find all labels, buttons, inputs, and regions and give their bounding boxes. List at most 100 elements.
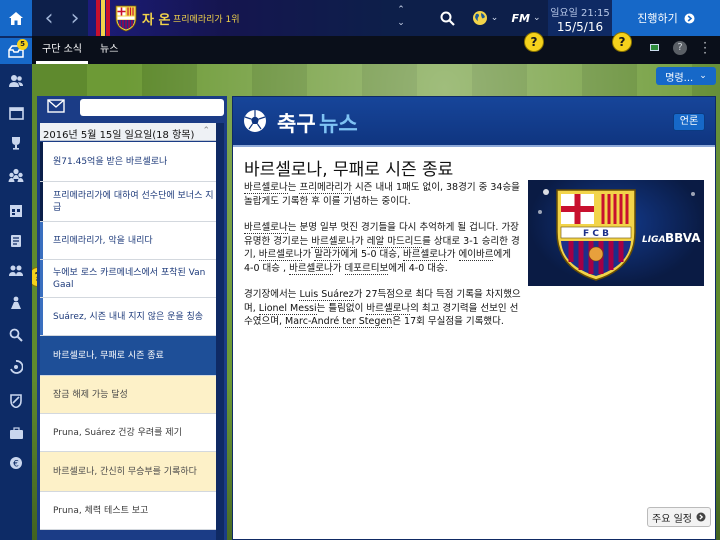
competition-link[interactable]: 프리메라리가 xyxy=(299,182,352,194)
club-link[interactable]: 바르셀로나 xyxy=(289,262,333,275)
chevron-down-icon: ⌄ xyxy=(490,13,499,23)
news-item-text: 프리메라리가, 악을 내리다 xyxy=(53,235,153,246)
club-link[interactable]: 바르셀로나 xyxy=(258,249,303,261)
squad-icon xyxy=(9,75,23,87)
dynamics-icon xyxy=(10,360,23,374)
club-link[interactable]: 바르셀로나 xyxy=(403,249,447,261)
flag-icon[interactable] xyxy=(650,44,659,51)
text: 는 틀림없이 xyxy=(316,302,367,314)
club-name: 자 온 xyxy=(142,13,171,28)
news-item[interactable]: 프리메라리가, 악을 내리다 xyxy=(40,222,216,260)
tactics-icon xyxy=(8,106,24,120)
key-dates-label: 주요 일정 xyxy=(652,513,692,525)
club-link[interactable]: 에이바르 xyxy=(458,249,494,261)
sidebar-item-staff[interactable] xyxy=(0,162,32,188)
article-headline: 바르셀로나, 무패로 시즌 종료 xyxy=(244,160,454,180)
sidebar-item-schedule[interactable] xyxy=(0,198,32,224)
more-options-icon[interactable]: · · · xyxy=(701,37,709,59)
sidebar-item-dynamics[interactable] xyxy=(0,354,32,380)
news-item-text: Pruna, Suárez 건강 우려를 제기 xyxy=(53,427,182,438)
item-marker xyxy=(40,222,43,259)
tab-club-news[interactable]: 구단 소식 xyxy=(36,36,88,64)
player-link[interactable]: Marc-André ter Stegen xyxy=(285,316,393,328)
continue-button[interactable]: 진행하기 xyxy=(612,0,720,36)
tab-news[interactable]: 뉴스 xyxy=(100,36,118,64)
mail-icon[interactable] xyxy=(47,99,65,113)
news-item[interactable]: Suárez, 시즌 내내 지지 않은 운을 칭송 xyxy=(40,298,216,336)
back-button[interactable]: ‹ xyxy=(36,0,62,36)
scouting-icon xyxy=(11,235,21,247)
article-header: 축구 뉴스 언론 xyxy=(233,97,715,147)
game-date-value: 15/5/16 xyxy=(556,20,604,34)
transfers-icon xyxy=(9,265,23,276)
sidebar-item-club-vision[interactable] xyxy=(0,388,32,414)
search-icon xyxy=(440,11,455,26)
crest-letters: F C B xyxy=(583,229,609,239)
club-link[interactable]: 레알 마드리드 xyxy=(366,235,423,248)
club-link[interactable]: 바르셀로나 xyxy=(311,235,355,248)
club-link[interactable]: 데포르티보 xyxy=(344,262,389,275)
news-item[interactable]: 프리메라리가에 대하여 선수단에 보너스 지급 xyxy=(40,182,216,222)
news-item[interactable]: 잠금 해제 가능 달성 xyxy=(40,376,216,414)
sidebar-item-tactics[interactable] xyxy=(0,100,32,126)
news-item[interactable]: 원71.45억을 받은 바르셀로나 xyxy=(40,142,216,182)
club-link[interactable]: 바르셀로나 xyxy=(244,222,288,234)
article-paragraph-2: 바르셀로나는 분명 일부 멋진 경기들을 다시 추억하게 될 겁니다. 가장 유… xyxy=(244,221,522,275)
search-button[interactable] xyxy=(432,0,462,36)
search-icon xyxy=(9,328,23,342)
sidebar-item-competitions[interactable] xyxy=(0,130,32,156)
club-link[interactable]: 바르셀로나 xyxy=(366,302,411,315)
text: 에게 4-0 대승. xyxy=(388,262,448,274)
forward-button[interactable]: › xyxy=(62,0,88,36)
football-icon xyxy=(244,110,266,132)
text: 가 xyxy=(446,249,459,260)
club-link[interactable]: 말라가 xyxy=(314,249,341,261)
club-link[interactable]: 바르셀로나 xyxy=(244,182,288,194)
key-dates-button[interactable]: 주요 일정 xyxy=(647,507,711,527)
press-button[interactable]: 언론 xyxy=(673,113,705,131)
news-item-text: 잠금 해제 가능 달성 xyxy=(53,389,128,400)
chevron-down-icon: ⌄ xyxy=(397,18,405,28)
chevron-left-icon: ‹ xyxy=(44,5,54,31)
club-crest-image: F C B LIGA BBVA xyxy=(538,189,701,281)
continue-label: 진행하기 xyxy=(637,12,678,25)
help-icon[interactable]: ? xyxy=(673,41,687,55)
chevron-right-icon: › xyxy=(70,5,80,31)
news-item-text: 바르셀로나, 무패로 시즌 종료 xyxy=(53,350,164,361)
text: 는 xyxy=(287,182,300,193)
news-item[interactable]: 누에보 로스 카르메네스에서 포착된 Van Gaal xyxy=(40,260,216,298)
club-switcher[interactable]: ⌃ ⌄ xyxy=(392,4,410,32)
world-button[interactable]: ⌄ xyxy=(468,0,502,36)
news-item[interactable]: Pruna, 체력 테스트 보고 xyxy=(40,492,216,530)
news-list-scrollbar[interactable] xyxy=(216,123,224,540)
help-marker-continue[interactable]: ? xyxy=(612,32,632,52)
news-search-input[interactable] xyxy=(80,99,224,116)
sidebar-item-finances[interactable] xyxy=(0,420,32,446)
item-marker xyxy=(40,182,43,221)
sidebar-item-inbox[interactable]: 5 xyxy=(0,38,32,64)
news-item-text: 원71.45억을 받은 바르셀로나 xyxy=(53,156,168,167)
sidebar-item-euro[interactable]: € xyxy=(0,450,32,476)
help-marker-date[interactable]: ? xyxy=(524,32,544,52)
home-button[interactable] xyxy=(0,0,32,36)
view-dropdown[interactable]: 명령... ⌄ xyxy=(656,67,716,85)
news-date-header[interactable]: 2016년 5월 15일 일요일(18 항목) ⌃ xyxy=(40,123,216,141)
sidebar-item-transfers[interactable] xyxy=(0,258,32,284)
sidebar-item-scouting[interactable] xyxy=(0,228,32,254)
news-item[interactable]: Pruna, Suárez 건강 우려를 제기 xyxy=(40,414,216,452)
player-link[interactable]: Luis Suárez xyxy=(299,289,354,301)
news-item-selected[interactable]: 바르셀로나, 무패로 시즌 종료 xyxy=(40,336,216,376)
text: 에게 5-0 대승, xyxy=(340,249,404,260)
fm-menu-button[interactable]: FM ⌄ xyxy=(508,0,544,36)
sidebar-item-search[interactable] xyxy=(0,322,32,348)
news-item[interactable]: 바르셀로나, 간신히 무승부를 기록하다 xyxy=(40,452,216,492)
news-item-text: Pruna, 체력 테스트 보고 xyxy=(53,505,149,516)
game-date[interactable]: 일요일 21:15 15/5/16 xyxy=(548,0,612,36)
sidebar-item-training[interactable] xyxy=(0,290,32,316)
player-link[interactable]: Lionel Messi xyxy=(258,302,317,315)
game-time: 일요일 21:15 xyxy=(550,8,610,19)
sidebar-item-squad[interactable] xyxy=(0,68,32,94)
training-icon xyxy=(11,296,21,309)
chevron-up-icon: ⌃ xyxy=(397,5,405,15)
chevron-down-icon: ⌄ xyxy=(532,13,541,23)
